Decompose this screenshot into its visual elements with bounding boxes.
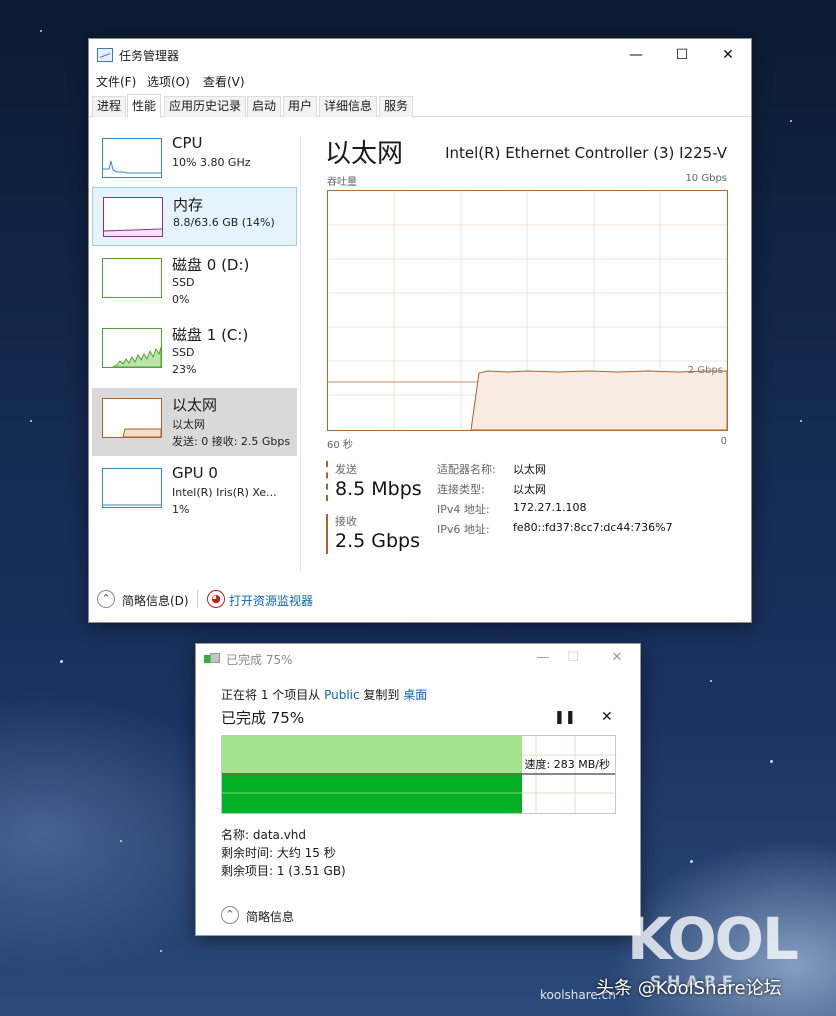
summary-link[interactable]: 简略信息(D) [122,592,189,609]
max-throughput-label: 10 Gbps [685,173,727,184]
throughput-graph: 2 Gbps [327,190,728,431]
send-indicator [326,461,328,501]
detail-value-ipv4: 172.27.1.108 [513,501,587,514]
close-button[interactable]: ✕ [602,646,632,670]
sidebar-disk0-type: SSD [172,276,195,289]
watermark-toutiao: 头条 @KoolShare论坛 [596,978,782,999]
tab-startup[interactable]: 启动 [247,96,282,117]
sidebar-disk1-usage: 23% [172,363,197,376]
maximize-button[interactable]: ☐ [558,646,588,670]
sidebar-disk1-name: 磁盘 1 (C:) [172,326,249,344]
title-bar: 任务管理器 — ☐ ✕ [89,39,751,71]
send-label: 发送 [335,463,357,476]
sidebar-disk1-type: SSD [172,346,195,359]
minimize-button[interactable]: — [613,39,659,71]
menu-file[interactable]: 文件(F) [96,73,136,90]
time-remaining: 剩余时间: 大约 15 秒 [221,846,336,860]
source-link[interactable]: Public [324,688,360,702]
panel-divider [300,136,301,572]
sidebar-cpu-sub: 10% 3.80 GHz [172,156,251,169]
sidebar-ethernet-sub: 以太网 [172,418,205,431]
sidebar-ethernet-name: 以太网 [172,396,218,414]
sidebar-item-memory[interactable]: 内存 8.8/63.6 GB (14%) [92,187,297,246]
footer-separator [197,590,198,608]
sidebar-disk0-name: 磁盘 0 (D:) [172,256,250,274]
receive-value: 2.5 Gbps [335,530,420,552]
page-title: 以太网 [325,139,404,169]
tab-app-history[interactable]: 应用历史记录 [164,96,247,117]
koolshare-logo: KOOL [627,905,799,973]
window-title: 任务管理器 [119,49,180,63]
transfer-speed-graph: 速度: 283 MB/秒 [221,735,616,814]
sidebar-item-cpu[interactable]: CPU 10% 3.80 GHz [92,128,297,194]
sidebar-item-disk0[interactable]: 磁盘 0 (D:) SSD 0% [92,248,297,314]
sidebar-gpu-usage: 1% [172,503,190,516]
cancel-button[interactable]: ✕ [601,709,613,725]
summary-link[interactable]: 简略信息 [246,908,294,925]
ethernet-thumbnail [102,398,162,438]
task-manager-icon [97,48,113,62]
sidebar-gpu-model: Intel(R) Iris(R) Xe... [172,486,277,499]
sidebar-memory-sub: 8.8/63.6 GB (14%) [173,216,275,229]
sidebar-ethernet-rate: 发送: 0 接收: 2.5 Gbps [172,435,291,448]
tab-details[interactable]: 详细信息 [319,96,378,117]
memory-thumbnail [103,197,163,237]
sidebar-item-ethernet[interactable]: 以太网 以太网 发送: 0 接收: 2.5 Gbps [92,388,297,456]
detail-value-ipv6: fe80::fd37:8cc7:dc44:736%7 [513,521,673,534]
menu-options[interactable]: 选项(O) [147,73,190,90]
disk1-thumbnail [102,328,162,368]
sidebar-gpu-name: GPU 0 [172,464,218,482]
pause-button[interactable]: ❚❚ [554,710,576,725]
send-value: 8.5 Mbps [335,478,422,500]
sidebar-cpu-name: CPU [172,134,203,152]
receive-indicator [326,514,328,554]
detail-value-adapter: 以太网 [513,463,546,476]
task-manager-window: 任务管理器 — ☐ ✕ 文件(F) 选项(O) 查看(V) 进程 性能 应用历史… [88,38,752,623]
copy-description: 正在将 1 个项目从 Public 复制到 桌面 [221,686,427,703]
speed-label: 速度: 283 MB/秒 [524,758,610,771]
sidebar-item-gpu[interactable]: GPU 0 Intel(R) Iris(R) Xe... 1% [92,458,297,524]
sidebar-memory-name: 内存 [173,196,204,214]
cpu-thumbnail [102,138,162,178]
throughput-label: 吞吐量 [327,177,357,188]
graph-time-start: 60 秒 [327,440,353,451]
file-name: 名称: data.vhd [221,828,307,842]
receive-label: 接收 [335,515,357,528]
tab-processes[interactable]: 进程 [92,96,127,117]
chevron-up-icon[interactable]: ⌃ [221,906,239,924]
dialog-title: 已完成 75% [226,653,293,667]
maximize-button[interactable]: ☐ [659,39,705,71]
disk0-thumbnail [102,258,162,298]
minimize-button[interactable]: — [528,646,558,670]
detail-key-ipv6: IPv6 地址: [437,523,490,536]
detail-value-connection: 以太网 [513,483,546,496]
copy-icon [204,653,220,665]
items-remaining: 剩余项目: 1 (3.51 GB) [221,864,346,878]
speed-area [222,775,522,813]
adapter-name: Intel(R) Ethernet Controller (3) I225-V [445,144,727,162]
close-button[interactable]: ✕ [705,39,751,71]
progress-text: 已完成 75% [221,709,305,727]
tab-performance[interactable]: 性能 [127,94,162,118]
destination-link[interactable]: 桌面 [403,688,427,702]
open-resource-monitor-link[interactable]: 打开资源监视器 [229,592,313,609]
copy-prefix: 正在将 1 个项目从 [221,688,325,702]
graph-time-end: 0 [720,436,727,447]
detail-key-adapter: 适配器名称: [437,463,496,476]
copy-progress-dialog: 已完成 75% — ☐ ✕ 正在将 1 个项目从 Public 复制到 桌面 已… [195,643,641,936]
detail-key-connection: 连接类型: [437,483,485,496]
sidebar-item-disk1[interactable]: 磁盘 1 (C:) SSD 23% [92,318,297,384]
graph-marker-label: 2 Gbps [687,365,723,376]
detail-key-ipv4: IPv4 地址: [437,503,490,516]
resource-monitor-icon: ◕ [207,590,225,608]
copy-mid: 复制到 [359,688,404,702]
tab-services[interactable]: 服务 [379,96,414,117]
tab-users[interactable]: 用户 [283,96,318,117]
tab-bar: 进程 性能 应用历史记录 启动 用户 详细信息 服务 [89,94,751,118]
chevron-up-icon[interactable]: ⌃ [97,590,115,608]
sidebar-disk0-usage: 0% [172,293,190,306]
gpu-thumbnail [102,468,162,508]
menu-view[interactable]: 查看(V) [203,73,245,90]
